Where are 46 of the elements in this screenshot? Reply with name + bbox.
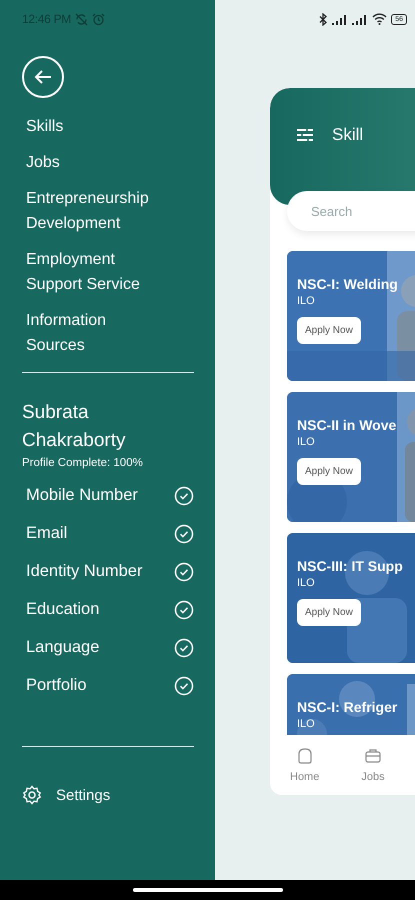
course-provider: ILO: [297, 577, 316, 589]
sync-off-icon: [74, 12, 88, 26]
wifi-icon: [372, 13, 388, 25]
course-card[interactable]: NSC-I: Welding ILO Apply Now: [287, 251, 415, 381]
course-provider: ILO: [297, 436, 316, 448]
profile-item-label: Identity Number: [26, 562, 142, 581]
course-card[interactable]: NSC-II in Wove ILO Apply Now: [287, 392, 415, 522]
signal-icon: [332, 14, 348, 24]
alarm-icon: [92, 12, 105, 26]
filter-icon[interactable]: [296, 128, 314, 142]
back-button[interactable]: [22, 56, 64, 98]
gesture-handle[interactable]: [132, 888, 282, 892]
profile-item-label: Mobile Number: [26, 486, 138, 505]
course-title: NSC-II in Wove: [297, 417, 398, 433]
course-provider: ILO: [297, 718, 316, 730]
profile-item-label: Language: [26, 638, 100, 657]
menu-item[interactable]: Entrepreneurship Development: [26, 186, 166, 236]
menu-item[interactable]: Skills: [26, 114, 166, 139]
nav-item[interactable]: Home: [290, 747, 320, 783]
settings-link[interactable]: Settings: [22, 785, 194, 805]
profile-item-label: Email: [26, 524, 68, 543]
profile-name: Subrata Chakraborty: [22, 401, 126, 453]
signal-icon: [352, 14, 368, 24]
profile-completion: Profile Complete: 100%: [22, 457, 144, 469]
apply-button[interactable]: Apply Now: [297, 317, 361, 344]
home-icon: [296, 747, 314, 765]
course-provider: ILO: [297, 295, 316, 307]
search-field[interactable]: Search: [287, 191, 415, 231]
course-card[interactable]: NSC-III: IT Supp ILO Apply Now: [287, 533, 415, 663]
course-title: NSC-III: IT Supp: [297, 558, 404, 574]
briefcase-icon: [364, 747, 382, 765]
settings-icon: [22, 785, 42, 805]
course-title: NSC-I: Welding: [297, 276, 399, 292]
apply-button[interactable]: Apply Now: [297, 458, 361, 485]
menu-item[interactable]: Information Sources: [26, 308, 166, 358]
page-title: Skill: [332, 124, 364, 144]
apply-button[interactable]: Apply Now: [297, 599, 361, 626]
profile-item-label: Portfolio: [26, 676, 87, 695]
nav-item[interactable]: Jobs: [361, 747, 385, 783]
menu-item[interactable]: Employment Support Service: [26, 247, 166, 297]
profile-item-label: Education: [26, 600, 100, 619]
menu-item[interactable]: Jobs: [26, 150, 166, 175]
course-title: NSC-I: Refriger: [297, 699, 398, 715]
bluetooth-icon: [319, 12, 328, 26]
course-card[interactable]: NSC-I: Refriger ILO: [287, 674, 415, 735]
back-arrow-icon: [33, 69, 53, 85]
